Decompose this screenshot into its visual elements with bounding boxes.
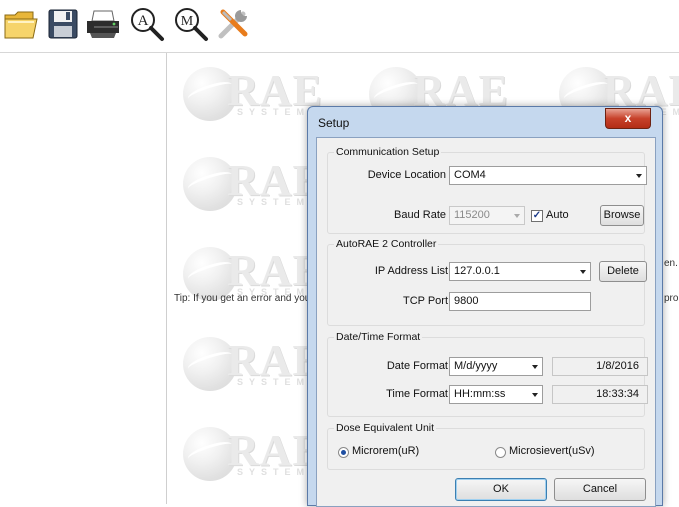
ip-address-value: 127.0.0.1: [454, 265, 500, 277]
tools-icon[interactable]: [214, 5, 252, 43]
cancel-button[interactable]: Cancel: [554, 478, 646, 501]
ip-address-label: IP Address List: [374, 265, 448, 277]
browse-button[interactable]: Browse: [600, 205, 644, 226]
chevron-down-icon: [532, 365, 538, 369]
left-pane: [0, 53, 167, 504]
date-format-label: Date Format: [386, 360, 448, 372]
baud-rate-select[interactable]: 115200: [449, 206, 525, 225]
tcp-port-input[interactable]: 9800: [449, 292, 591, 311]
time-format-select[interactable]: HH:mm:ss: [449, 385, 543, 404]
microsievert-radio[interactable]: [495, 447, 506, 458]
group-title: Communication Setup: [334, 146, 442, 158]
background-edge-text: en.: [664, 258, 678, 269]
tip-text: Tip: If you get an error and you: [174, 293, 311, 304]
manual-zoom-letter: M: [181, 14, 194, 29]
chevron-down-icon: [532, 393, 538, 397]
group-title: AutoRAE 2 Controller: [334, 238, 439, 250]
time-format-label: Time Format: [386, 388, 448, 400]
ip-address-select[interactable]: 127.0.0.1: [449, 262, 591, 281]
background-edge-text: pro: [664, 293, 679, 304]
open-folder-icon[interactable]: [2, 5, 40, 43]
time-format-value: HH:mm:ss: [454, 388, 506, 400]
chevron-down-icon: [514, 214, 520, 218]
dialog-title: Setup: [318, 116, 350, 130]
device-location-value: COM4: [454, 169, 486, 181]
save-disk-icon[interactable]: [44, 5, 82, 43]
chevron-down-icon: [636, 174, 642, 178]
group-title: Date/Time Format: [334, 331, 423, 343]
controller-group: AutoRAE 2 Controller IP Address List 127…: [327, 238, 647, 326]
group-title: Dose Equivalent Unit: [334, 422, 437, 434]
microrem-label: Microrem(uR): [352, 445, 420, 457]
setup-dialog: Setup x Communication Setup Device Locat…: [307, 106, 663, 507]
communication-setup-group: Communication Setup Device Location COM4…: [327, 146, 647, 234]
microsievert-label: Microsievert(uSv): [509, 445, 595, 457]
datetime-format-group: Date/Time Format Date Format M/d/yyyy 1/…: [327, 331, 648, 417]
dialog-body: Communication Setup Device Location COM4…: [316, 137, 656, 507]
device-location-select[interactable]: COM4: [449, 166, 647, 185]
delete-button[interactable]: Delete: [599, 261, 647, 282]
baud-rate-value: 115200: [454, 209, 490, 221]
tcp-port-label: TCP Port: [402, 295, 448, 307]
auto-zoom-icon[interactable]: A: [128, 5, 166, 43]
chevron-down-icon: [580, 270, 586, 274]
ok-button[interactable]: OK: [455, 478, 547, 501]
device-location-label: Device Location: [367, 169, 446, 181]
auto-zoom-letter: A: [138, 13, 149, 29]
dose-unit-group: Dose Equivalent Unit Microrem(uR) Micros…: [327, 422, 645, 470]
auto-checkbox[interactable]: ✓: [531, 210, 543, 222]
auto-label: Auto: [546, 209, 569, 221]
printer-icon[interactable]: [84, 5, 122, 43]
microrem-radio[interactable]: [338, 447, 349, 458]
baud-rate-label: Baud Rate: [394, 209, 446, 221]
date-format-select[interactable]: M/d/yyyy: [449, 357, 543, 376]
date-format-value: M/d/yyyy: [454, 360, 498, 372]
manual-zoom-icon[interactable]: M: [172, 5, 210, 43]
time-preview: 18:33:34: [552, 385, 648, 404]
close-button[interactable]: x: [605, 108, 651, 129]
toolbar: A M: [0, 0, 679, 50]
date-preview: 1/8/2016: [552, 357, 648, 376]
